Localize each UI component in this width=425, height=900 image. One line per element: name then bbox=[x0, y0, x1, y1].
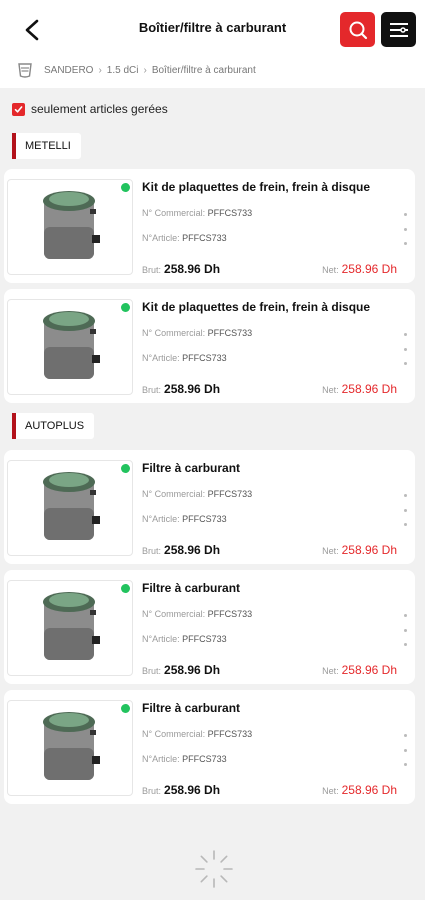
product-name: Filtre à carburant bbox=[142, 581, 241, 595]
article-number: N°Article: PFFCS733 bbox=[142, 233, 227, 243]
gross-price: Brut: 258.96 Dh bbox=[142, 543, 221, 557]
filter-label: seulement articles gerées bbox=[31, 102, 168, 116]
article-number: N°Article: PFFCS733 bbox=[142, 754, 227, 764]
menu-icon bbox=[389, 22, 408, 37]
back-button[interactable] bbox=[18, 14, 46, 46]
net-price: Net: 258.96 Dh bbox=[322, 262, 397, 276]
check-icon bbox=[14, 105, 23, 113]
arrow-left-icon bbox=[25, 19, 39, 41]
gross-price: Brut: 258.96 Dh bbox=[142, 783, 221, 797]
managed-items-filter[interactable]: seulement articles gerées bbox=[12, 102, 168, 116]
breadcrumb-item-model[interactable]: SANDERO bbox=[44, 65, 93, 76]
chevron-right-icon: › bbox=[98, 64, 102, 76]
availability-status-dot bbox=[121, 183, 130, 192]
fuel-filter-image bbox=[7, 700, 133, 796]
product-name: Kit de plaquettes de frein, frein à disq… bbox=[142, 180, 371, 194]
net-price: Net: 258.96 Dh bbox=[322, 543, 397, 557]
product-card[interactable]: Filtre à carburant N° Commercial: PFFCS7… bbox=[4, 570, 415, 684]
page-title: Boîtier/filtre à carburant bbox=[138, 20, 287, 35]
breadcrumb-item-category: Boîtier/filtre à carburant bbox=[151, 64, 256, 76]
filter-checkbox[interactable] bbox=[12, 102, 25, 116]
search-button[interactable] bbox=[340, 12, 375, 47]
commercial-number: N° Commercial: PFFCS733 bbox=[142, 609, 253, 619]
fuel-filter-image bbox=[7, 580, 133, 676]
chevron-right-icon: › bbox=[143, 64, 147, 76]
more-options-icon[interactable] bbox=[401, 614, 409, 646]
product-name: Kit de plaquettes de frein, frein à disq… bbox=[142, 300, 371, 314]
availability-status-dot bbox=[121, 704, 130, 713]
product-card[interactable]: Filtre à carburant N° Commercial: PFFCS7… bbox=[4, 690, 415, 804]
commercial-number: N° Commercial: PFFCS733 bbox=[142, 328, 253, 338]
commercial-number: N° Commercial: PFFCS733 bbox=[142, 489, 253, 499]
net-price: Net: 258.96 Dh bbox=[322, 663, 397, 677]
product-name: Filtre à carburant bbox=[142, 461, 241, 475]
breadcrumb: SANDERO › 1.5 dCi › Boîtier/filtre à car… bbox=[16, 60, 256, 80]
app-header: Boîtier/filtre à carburant SANDERO › 1.5… bbox=[0, 0, 425, 88]
brand-section-label: METELLI bbox=[12, 133, 81, 159]
fuel-filter-image bbox=[7, 179, 133, 275]
more-options-icon[interactable] bbox=[401, 494, 409, 526]
product-card[interactable]: Kit de plaquettes de frein, frein à disq… bbox=[4, 169, 415, 283]
more-options-icon[interactable] bbox=[401, 734, 409, 766]
commercial-number: N° Commercial: PFFCS733 bbox=[142, 208, 253, 218]
more-options-icon[interactable] bbox=[401, 333, 409, 365]
net-price: Net: 258.96 Dh bbox=[322, 382, 397, 396]
availability-status-dot bbox=[121, 464, 130, 473]
availability-status-dot bbox=[121, 584, 130, 593]
article-number: N°Article: PFFCS733 bbox=[142, 514, 227, 524]
product-card[interactable]: Kit de plaquettes de frein, frein à disq… bbox=[4, 289, 415, 403]
more-options-icon[interactable] bbox=[401, 213, 409, 245]
article-number: N°Article: PFFCS733 bbox=[142, 634, 227, 644]
product-name: Filtre à carburant bbox=[142, 701, 241, 715]
gross-price: Brut: 258.96 Dh bbox=[142, 663, 221, 677]
car-brand-icon bbox=[18, 63, 32, 78]
brand-section-label: AUTOPLUS bbox=[12, 413, 95, 439]
gross-price: Brut: 258.96 Dh bbox=[142, 382, 221, 396]
fuel-filter-image bbox=[7, 460, 133, 556]
net-price: Net: 258.96 Dh bbox=[322, 783, 397, 797]
availability-status-dot bbox=[121, 303, 130, 312]
menu-button[interactable] bbox=[381, 12, 416, 47]
loading-spinner-icon bbox=[195, 850, 233, 888]
gross-price: Brut: 258.96 Dh bbox=[142, 262, 221, 276]
product-card[interactable]: Filtre à carburant N° Commercial: PFFCS7… bbox=[4, 450, 415, 564]
article-number: N°Article: PFFCS733 bbox=[142, 353, 227, 363]
fuel-filter-image bbox=[7, 299, 133, 395]
search-icon bbox=[349, 21, 367, 39]
breadcrumb-item-engine[interactable]: 1.5 dCi bbox=[107, 65, 139, 76]
commercial-number: N° Commercial: PFFCS733 bbox=[142, 729, 253, 739]
